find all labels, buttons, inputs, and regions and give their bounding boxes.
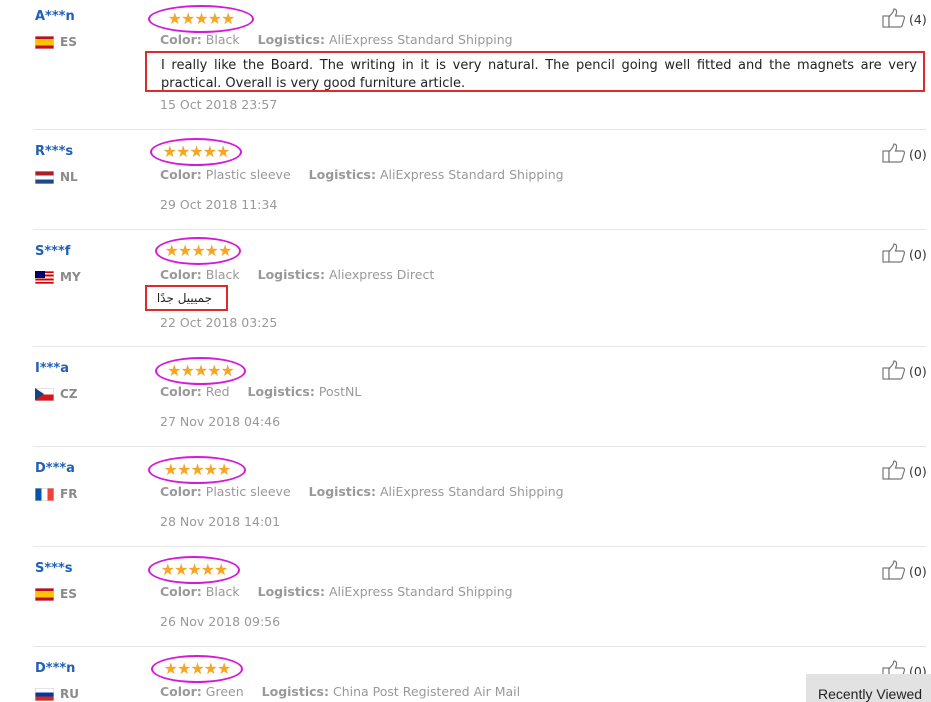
color-value: Plastic sleeve (205, 484, 291, 499)
color-label: Color: (160, 267, 202, 282)
country-code: FR (60, 487, 78, 501)
logistics-label: Logistics: (261, 684, 329, 699)
buyer-name[interactable]: D***a (35, 461, 75, 476)
flag-es-icon (35, 36, 54, 49)
review-attributes: Color: Black Logistics: AliExpress Standa… (160, 32, 513, 47)
review-attributes: Color: Black Logistics: Aliexpress Direct (160, 267, 434, 282)
color-value: Black (205, 32, 240, 47)
buyer-name[interactable]: D***n (35, 661, 75, 676)
color-label: Color: (160, 684, 202, 699)
review-date: 27 Nov 2018 04:46 (160, 414, 281, 429)
country-code: NL (60, 170, 78, 184)
review-attributes: Color: Plastic sleeve Logistics: AliExpre… (160, 484, 564, 499)
country-code: CZ (60, 387, 78, 401)
helpful-count: (0) (909, 564, 927, 579)
country-code: ES (60, 587, 77, 601)
logistics-value: AliExpress Standard Shipping (379, 484, 564, 499)
buyer-name[interactable]: S***s (35, 561, 73, 576)
helpful-count: (4) (909, 12, 927, 27)
logistics-label: Logistics: (247, 384, 315, 399)
thumbs-up-icon[interactable] (882, 143, 906, 163)
logistics-label: Logistics: (308, 484, 376, 499)
review-date: 22 Oct 2018 03:25 (160, 315, 278, 330)
review-date: 26 Nov 2018 09:56 (160, 614, 281, 629)
thumbs-up-icon[interactable] (882, 243, 906, 263)
flag-es-icon (35, 588, 54, 601)
recently-viewed-panel[interactable]: Recently Viewed (806, 674, 931, 702)
divider (33, 546, 926, 547)
buyer-name[interactable]: R***s (35, 144, 73, 159)
divider (33, 346, 926, 347)
star-icons: ★★★★★ (167, 361, 235, 380)
divider (33, 646, 926, 647)
buyer-name[interactable]: A***n (35, 9, 75, 24)
thumbs-up-icon[interactable] (882, 560, 906, 580)
review-attributes: Color: Green Logistics: China Post Regist… (160, 684, 520, 699)
color-label: Color: (160, 484, 202, 499)
rating-stars: ★★★★★ (148, 456, 246, 484)
review-comment: I really like the Board. The writing in … (145, 51, 925, 92)
flag-canton (35, 271, 45, 278)
color-label: Color: (160, 32, 202, 47)
flag-triangle (35, 388, 44, 400)
review-attributes: Color: Plastic sleeve Logistics: AliExpre… (160, 167, 564, 182)
color-value: Plastic sleeve (205, 167, 291, 182)
review-date: 29 Oct 2018 11:34 (160, 197, 278, 212)
rating-stars: ★★★★★ (155, 357, 246, 385)
thumbs-up-icon[interactable] (882, 8, 906, 28)
star-icons: ★★★★★ (160, 560, 229, 579)
logistics-label: Logistics: (257, 267, 325, 282)
logistics-label: Logistics: (308, 167, 376, 182)
country-code: ES (60, 35, 77, 49)
flag-nl-icon (35, 171, 54, 184)
recently-viewed-label[interactable]: Recently Viewed (818, 686, 922, 702)
logistics-value: China Post Registered Air Mail (332, 684, 521, 699)
reviews-list: A***n ES ★★★★★ Color: Black Logistics: Al… (0, 0, 931, 702)
star-icons: ★★★★★ (162, 142, 231, 161)
review-attributes: Color: Black Logistics: AliExpress Standa… (160, 584, 513, 599)
flag-ru-icon (35, 688, 54, 701)
helpful-count: (0) (909, 464, 927, 479)
country-code: RU (60, 687, 79, 701)
logistics-value: AliExpress Standard Shipping (328, 584, 513, 599)
review-attributes: Color: Red Logistics: PostNL (160, 384, 361, 399)
logistics-label: Logistics: (257, 32, 325, 47)
thumbs-up-icon[interactable] (882, 460, 906, 480)
color-label: Color: (160, 167, 202, 182)
rating-stars: ★★★★★ (150, 138, 242, 166)
color-value: Green (205, 684, 244, 699)
color-label: Color: (160, 384, 202, 399)
helpful-count: (0) (909, 364, 927, 379)
star-icons: ★★★★★ (167, 9, 236, 28)
review-comment: جميييل جدًا (145, 285, 228, 311)
star-icons: ★★★★★ (163, 460, 232, 479)
country-code: MY (60, 270, 81, 284)
color-value: Black (205, 267, 240, 282)
buyer-name[interactable]: I***a (35, 361, 69, 376)
logistics-label: Logistics: (257, 584, 325, 599)
color-value: Black (205, 584, 240, 599)
review-date: 28 Nov 2018 14:01 (160, 514, 281, 529)
logistics-value: AliExpress Standard Shipping (379, 167, 564, 182)
rating-stars: ★★★★★ (148, 5, 254, 33)
review-date: 15 Oct 2018 23:57 (160, 97, 278, 112)
helpful-count: (0) (909, 247, 927, 262)
rating-stars: ★★★★★ (148, 556, 240, 584)
divider (33, 129, 926, 130)
logistics-value: AliExpress Standard Shipping (328, 32, 513, 47)
divider (33, 229, 926, 230)
logistics-value: Aliexpress Direct (328, 267, 435, 282)
rating-stars: ★★★★★ (155, 237, 241, 265)
color-value: Red (205, 384, 230, 399)
rating-stars: ★★★★★ (151, 655, 243, 683)
star-icons: ★★★★★ (164, 241, 233, 260)
helpful-count: (0) (909, 147, 927, 162)
buyer-name[interactable]: S***f (35, 244, 70, 259)
divider (33, 446, 926, 447)
thumbs-up-icon[interactable] (882, 360, 906, 380)
flag-fr-icon (35, 488, 54, 501)
star-icons: ★★★★★ (163, 659, 232, 678)
color-label: Color: (160, 584, 202, 599)
logistics-value: PostNL (318, 384, 362, 399)
